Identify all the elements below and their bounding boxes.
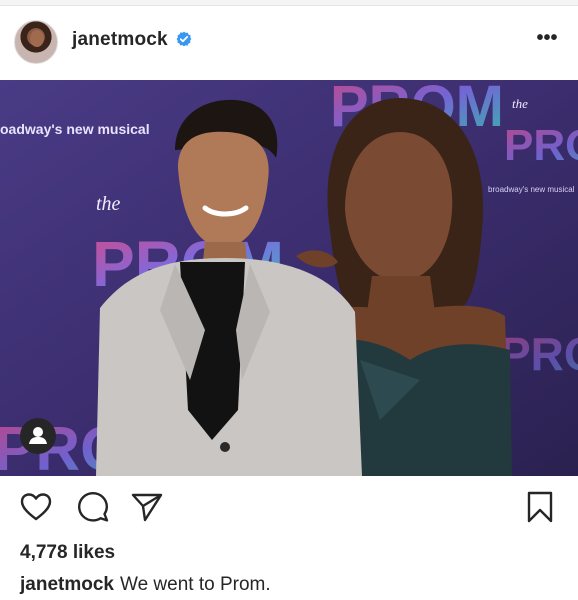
backdrop-text: the bbox=[96, 193, 121, 215]
post-photo[interactable]: oadway's new musical the PROM PROM broad… bbox=[0, 80, 578, 476]
comment-icon[interactable] bbox=[76, 490, 110, 524]
verified-badge-icon bbox=[176, 31, 192, 47]
user-tag-icon[interactable] bbox=[20, 418, 56, 454]
action-bar bbox=[0, 476, 578, 538]
caption-username[interactable]: janetmock bbox=[20, 574, 114, 595]
backdrop-text: PROM bbox=[500, 328, 578, 380]
post-username[interactable]: janetmock bbox=[72, 29, 168, 51]
backdrop-text: the bbox=[512, 96, 528, 111]
backdrop-text: PROM bbox=[504, 121, 578, 170]
post-caption: janetmock We went to Prom. bbox=[20, 574, 271, 596]
likes-count[interactable]: 4,778 likes bbox=[20, 542, 115, 564]
bookmark-icon[interactable] bbox=[523, 490, 557, 524]
photo-illustration: oadway's new musical the PROM PROM broad… bbox=[0, 80, 578, 476]
caption-text: We went to Prom. bbox=[119, 574, 271, 595]
heart-icon[interactable] bbox=[19, 490, 53, 524]
backdrop-text: oadway's new musical bbox=[0, 121, 150, 137]
avatar[interactable] bbox=[14, 20, 58, 64]
backdrop-text: broadway's new musical bbox=[488, 185, 575, 194]
post-header: janetmock ••• bbox=[0, 6, 578, 80]
send-icon[interactable] bbox=[130, 490, 164, 524]
more-options-icon[interactable]: ••• bbox=[532, 28, 562, 52]
